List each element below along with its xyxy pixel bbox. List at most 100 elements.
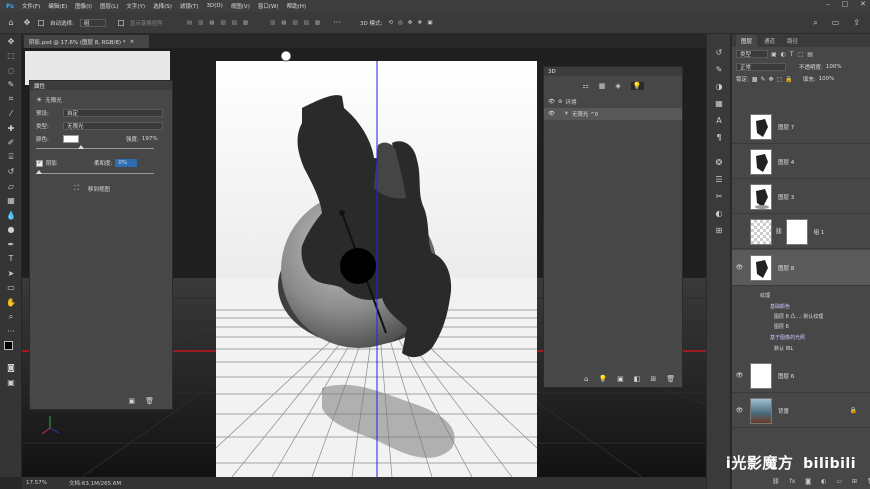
3d-tab[interactable]: 3D bbox=[548, 69, 556, 75]
share-icon[interactable]: ⇪ bbox=[853, 18, 860, 28]
env-label[interactable]: 环境 bbox=[566, 98, 577, 106]
layer-name[interactable]: 图层 3 bbox=[778, 193, 794, 201]
workspace-icon[interactable]: ▭ bbox=[832, 18, 840, 28]
close-tab-icon[interactable]: × bbox=[130, 39, 135, 45]
zoom-icon[interactable]: ⌕ bbox=[0, 310, 22, 325]
tab-paths[interactable]: 路径 bbox=[782, 35, 803, 47]
history-brush-icon[interactable]: ↺ bbox=[0, 165, 22, 180]
menu-type[interactable]: 文字(Y) bbox=[126, 2, 145, 10]
layer-name[interactable]: 背景 bbox=[778, 407, 789, 415]
render-icon[interactable]: ▣ bbox=[617, 375, 624, 383]
home-icon[interactable]: ⌂ bbox=[6, 18, 16, 28]
document-tab[interactable]: 阴影.psd @ 17.6% (图层 8, RGB/8) * × bbox=[24, 35, 149, 48]
layer-row[interactable]: 图层 3 bbox=[732, 180, 870, 214]
new-group-icon[interactable]: ▭ bbox=[836, 478, 842, 485]
type-icon[interactable]: T bbox=[0, 252, 22, 267]
light-label[interactable]: 无限光 ^0 bbox=[572, 110, 598, 118]
visibility-toggle[interactable]: 👁 bbox=[732, 372, 747, 379]
layer-name[interactable]: 图层 6 bbox=[778, 372, 794, 380]
adjustment-layer-icon[interactable]: ◐ bbox=[821, 478, 826, 485]
layer-row[interactable]: 图层 7 bbox=[732, 110, 870, 144]
gradient-icon[interactable]: ▦ bbox=[0, 194, 22, 209]
sub-layer8[interactable]: 图层 8 bbox=[774, 323, 789, 330]
auto-select-dropdown[interactable]: 组 bbox=[79, 18, 106, 27]
search-icon[interactable]: ⌕ bbox=[813, 18, 817, 28]
intensity-slider-knob[interactable] bbox=[77, 145, 84, 149]
healing-icon[interactable]: ✚ bbox=[0, 121, 22, 136]
character-icon[interactable]: A bbox=[707, 112, 731, 129]
eyedropper-icon[interactable]: ⁄ bbox=[0, 107, 22, 122]
render-preview-icon[interactable]: ◧ bbox=[634, 375, 641, 383]
layer-name[interactable]: 图层 7 bbox=[778, 123, 794, 131]
rectangle-icon[interactable]: ▭ bbox=[0, 281, 22, 296]
move-icon[interactable]: ✥ bbox=[0, 34, 22, 49]
more-options-icon[interactable]: ··· bbox=[332, 18, 342, 28]
sub-ibl[interactable]: 基于图像的光照 bbox=[770, 334, 805, 341]
menu-help[interactable]: 帮助(H) bbox=[287, 2, 306, 10]
minimize-icon[interactable]: – bbox=[826, 0, 830, 8]
tab-layers[interactable]: 图层 bbox=[736, 35, 758, 47]
history-icon[interactable]: ↺ bbox=[707, 44, 731, 61]
layer-name[interactable]: 组 1 bbox=[814, 228, 825, 236]
paragraph-icon[interactable]: ¶ bbox=[707, 129, 731, 146]
path-select-icon[interactable]: ➤ bbox=[0, 266, 22, 281]
add-light-icon[interactable]: 💡 bbox=[598, 375, 607, 383]
layer-row[interactable]: 图层 4 bbox=[732, 145, 870, 179]
blur-icon[interactable]: 💧 bbox=[0, 208, 22, 223]
light-eye-icon[interactable]: 👁 bbox=[548, 111, 555, 117]
menu-select[interactable]: 选择(S) bbox=[153, 2, 172, 10]
foreground-color[interactable] bbox=[4, 340, 13, 350]
menu-file[interactable]: 文件(F) bbox=[22, 2, 40, 10]
link-layers-icon[interactable]: ⛓ bbox=[772, 478, 780, 485]
adjustments-icon[interactable]: ◑ bbox=[707, 78, 731, 95]
pen-icon[interactable]: ✒ bbox=[0, 237, 22, 252]
properties-tab[interactable]: 属性 bbox=[34, 82, 45, 90]
preset-dropdown[interactable]: 自定 bbox=[63, 109, 163, 117]
align-icons[interactable]: ▤▥▦▧▨▩ bbox=[187, 20, 254, 26]
lock-icons[interactable]: ▩✎✥⬚🔒 bbox=[752, 76, 796, 83]
marquee-icon[interactable]: ⬚ bbox=[0, 49, 22, 64]
move-to-view-button[interactable]: 移到视图 bbox=[88, 185, 110, 193]
screen-mode-icon[interactable]: ▣ bbox=[0, 375, 22, 390]
layer-row[interactable]: ⛓ 组 1 bbox=[732, 215, 870, 249]
softness-slider[interactable] bbox=[36, 170, 154, 174]
menu-window[interactable]: 窗口(W) bbox=[258, 2, 279, 10]
crop-icon[interactable]: ⌗ bbox=[0, 92, 22, 107]
swatches-icon[interactable]: ▦ bbox=[707, 95, 731, 112]
stamp-icon[interactable]: ⍓ bbox=[0, 150, 22, 165]
filter-icons[interactable]: ▣◐T⬚▤ bbox=[771, 51, 817, 58]
kind-filter[interactable]: 类型 bbox=[736, 50, 768, 58]
sub-default-ibl[interactable]: 默认 IBL bbox=[774, 345, 793, 352]
filter-light-icon[interactable]: 💡 bbox=[630, 82, 644, 90]
layer-row[interactable]: 👁 背景 🔒 bbox=[732, 394, 870, 428]
env-eye-icon[interactable]: 👁 bbox=[548, 99, 555, 105]
filter-mesh-icon[interactable]: ▦ bbox=[599, 82, 606, 90]
move-tool-icon[interactable]: ✥ bbox=[22, 18, 32, 28]
layer-row-selected[interactable]: 👁 图层 8 bbox=[732, 250, 870, 286]
new-3d-icon[interactable]: ⊞ bbox=[650, 375, 656, 383]
maximize-icon[interactable]: □ bbox=[842, 0, 849, 8]
show-transform-checkbox[interactable] bbox=[117, 19, 124, 26]
zoom-level[interactable]: 17.57% bbox=[26, 480, 47, 486]
layer-row[interactable]: 👁 图层 6 bbox=[732, 359, 870, 393]
intensity-slider[interactable] bbox=[36, 145, 154, 149]
delete-3d-icon[interactable]: 🗑 bbox=[666, 375, 675, 383]
distribute-icons[interactable]: ▥▦▧▨▩ bbox=[270, 20, 326, 26]
opacity-value[interactable]: 100% bbox=[826, 64, 842, 70]
close-icon[interactable]: ✕ bbox=[860, 0, 866, 8]
fill-value[interactable]: 100% bbox=[819, 76, 835, 82]
quick-mask-icon[interactable]: ◙ bbox=[0, 361, 22, 376]
3d-icon[interactable]: ❂ bbox=[707, 154, 731, 171]
menu-edit[interactable]: 编辑(E) bbox=[48, 2, 67, 10]
properties-icon[interactable]: ☰ bbox=[707, 171, 731, 188]
softness-slider-knob[interactable] bbox=[36, 170, 42, 174]
auto-select-checkbox[interactable] bbox=[38, 19, 44, 26]
sub-default-texture[interactable]: 图层 8 凸...: 默认纹理 bbox=[774, 313, 823, 320]
ps-logo[interactable]: Ps bbox=[6, 3, 14, 10]
layer-name[interactable]: 图层 4 bbox=[778, 158, 794, 166]
fx-icon[interactable]: fx bbox=[790, 478, 796, 485]
filter-scene-icon[interactable]: ⚏ bbox=[582, 82, 588, 90]
softness-value[interactable]: 0% bbox=[115, 159, 138, 167]
type-dropdown[interactable]: 无限光 bbox=[63, 122, 163, 130]
menu-3d[interactable]: 3D(D) bbox=[207, 3, 223, 9]
